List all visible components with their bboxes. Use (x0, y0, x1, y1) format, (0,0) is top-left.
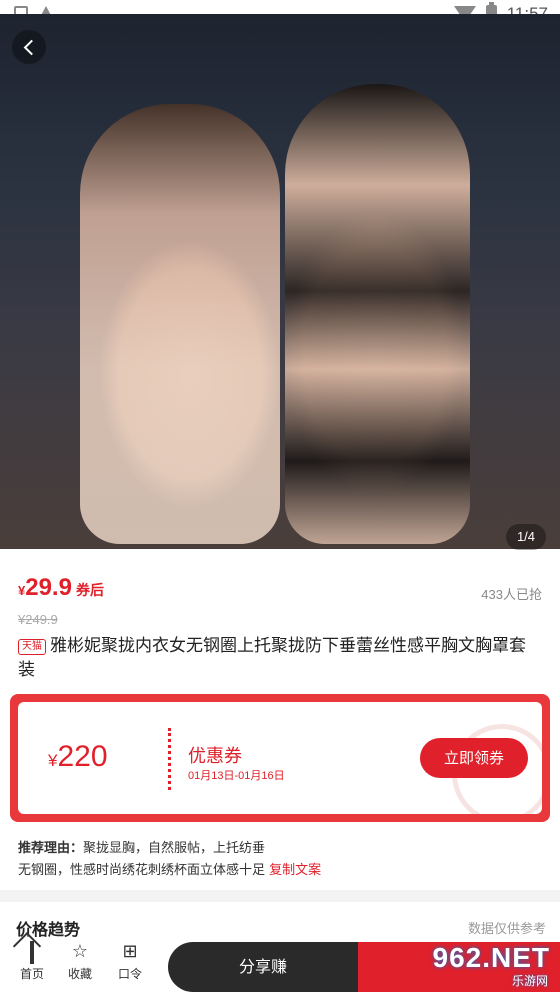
reason-text-1: 聚拢显胸，自然服帖，上托纺垂 (83, 841, 266, 856)
coupon-inner: ¥220 优惠券 01月13日-01月16日 立即领券 (18, 702, 542, 814)
watermark-sub: 乐游网 (511, 974, 548, 988)
share-button[interactable]: 分享赚 (168, 942, 358, 992)
price-row: ¥29.9 券后 433人已抢 (18, 574, 542, 608)
coupon-price: ¥29.9 券后 (18, 574, 104, 602)
coupon-card[interactable]: ¥220 优惠券 01月13日-01月16日 立即领券 (10, 694, 550, 822)
reason-text-2: 无钢圈，性感时尚绣花刺绣杯面立体感十足 (18, 863, 270, 878)
nav-favorite-label: 收藏 (67, 967, 92, 981)
coupon-divider (168, 728, 171, 790)
reason-line-2: 无钢圈，性感时尚绣花刺绣杯面立体感十足 复制文案 (18, 860, 542, 882)
site-watermark: 962.NET 乐游网 (432, 942, 554, 990)
sold-count: 433人已抢 (481, 587, 542, 602)
nav-favorite[interactable]: ☆ 收藏 (60, 942, 100, 982)
model-figure-right (285, 84, 470, 544)
price-tag: 券后 (75, 582, 104, 598)
star-icon: ☆ (71, 941, 89, 962)
claim-coupon-button[interactable]: 立即领券 (420, 738, 528, 778)
price-value: 29.9 (25, 574, 72, 601)
nav-home[interactable]: 首页 (12, 941, 52, 982)
home-icon (22, 941, 42, 964)
image-pager: 1/4 (506, 524, 546, 550)
code-icon: ⊞ (122, 941, 138, 962)
coupon-value: 220 (57, 740, 108, 773)
nav-home-label: 首页 (19, 967, 44, 981)
back-button[interactable] (12, 30, 46, 64)
coupon-date: 01月13日-01月16日 (188, 770, 285, 782)
recommend-reason: 推荐理由：聚拢显胸，自然服帖，上托纺垂 无钢圈，性感时尚绣花刺绣杯面立体感十足 … (18, 838, 542, 882)
copy-text-link[interactable]: 复制文案 (269, 863, 321, 878)
reason-label: 推荐理由： (18, 841, 84, 856)
nav-code[interactable]: ⊞ 口令 (110, 942, 150, 982)
product-title: 天猫 雅彬妮聚拢内衣女无钢圈上托聚拢防下垂蕾丝性感平胸文胸罩套装 (18, 634, 542, 682)
model-figure-left (80, 104, 280, 544)
product-title-text: 雅彬妮聚拢内衣女无钢圈上托聚拢防下垂蕾丝性感平胸文胸罩套装 (18, 636, 526, 680)
coupon-name: 优惠券 (188, 746, 242, 767)
original-price: ¥249.9 (18, 612, 58, 627)
product-image[interactable] (0, 14, 560, 549)
coupon-amount: ¥220 (48, 740, 108, 774)
price-trend-note: 数据仅供参考 (467, 922, 546, 937)
section-gap (0, 890, 560, 902)
watermark-brand: 962.NET (432, 942, 550, 973)
tmall-badge: 天猫 (18, 639, 46, 655)
reason-line-1: 推荐理由：聚拢显胸，自然服帖，上托纺垂 (18, 838, 542, 860)
chevron-left-icon (23, 39, 39, 55)
nav-code-label: 口令 (117, 967, 142, 981)
